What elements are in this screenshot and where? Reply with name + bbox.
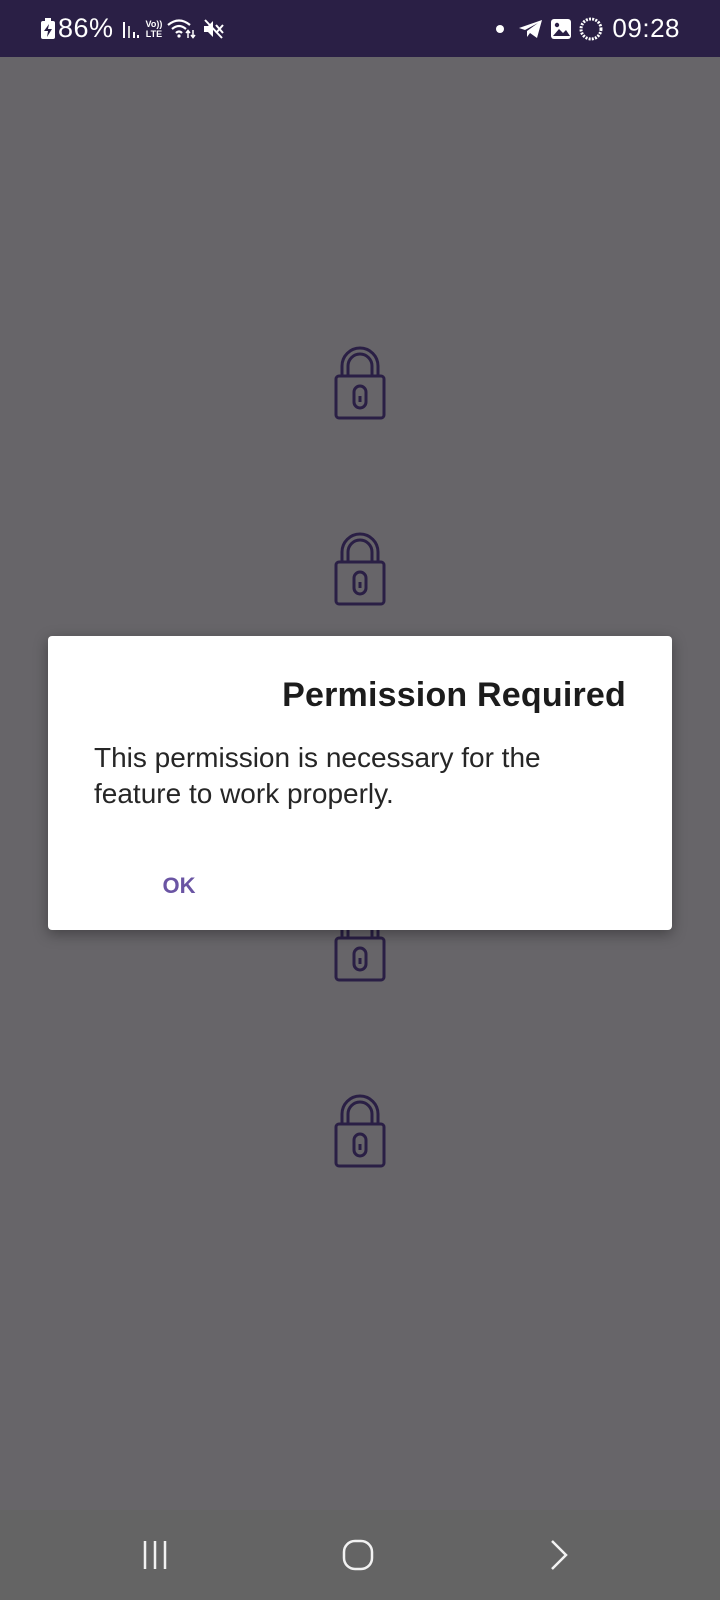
mute-icon [202, 18, 226, 40]
gallery-icon [550, 18, 572, 40]
screen: 86% Vo)) LTE 09:28 Permission Required T… [0, 0, 720, 1600]
navigation-bar [0, 1510, 720, 1600]
lock-icon [334, 346, 386, 420]
volte-top-label: Vo)) [145, 18, 163, 29]
ring-icon [578, 16, 604, 42]
lock-icon [334, 532, 386, 606]
status-bar: 86% Vo)) LTE 09:28 [0, 0, 720, 57]
permission-dialog: Permission Required This permission is n… [48, 636, 672, 930]
clock: 09:28 [612, 13, 680, 43]
volte-icon: Vo)) LTE [146, 19, 163, 39]
lock-icon [334, 1094, 386, 1168]
ok-button[interactable]: OK [146, 864, 212, 908]
status-left: 86% Vo)) LTE [40, 0, 226, 57]
volte-bottom-label: LTE [145, 28, 163, 39]
battery-percent: 86% [58, 13, 114, 43]
dialog-message: This permission is necessary for the fea… [94, 742, 541, 809]
recents-button[interactable] [125, 1530, 185, 1580]
status-right: 09:28 [496, 0, 680, 57]
battery-charging-icon [40, 17, 56, 40]
back-button[interactable] [528, 1530, 588, 1580]
dialog-title: Permission Required [282, 676, 626, 714]
recents-icon [143, 1541, 167, 1569]
wifi-icon [166, 18, 196, 40]
home-icon [342, 1539, 374, 1571]
notification-dot-icon [496, 24, 505, 33]
telegram-icon [518, 18, 544, 40]
home-button[interactable] [328, 1530, 388, 1580]
signal-bars-icon [122, 18, 142, 40]
back-icon [551, 1540, 568, 1570]
